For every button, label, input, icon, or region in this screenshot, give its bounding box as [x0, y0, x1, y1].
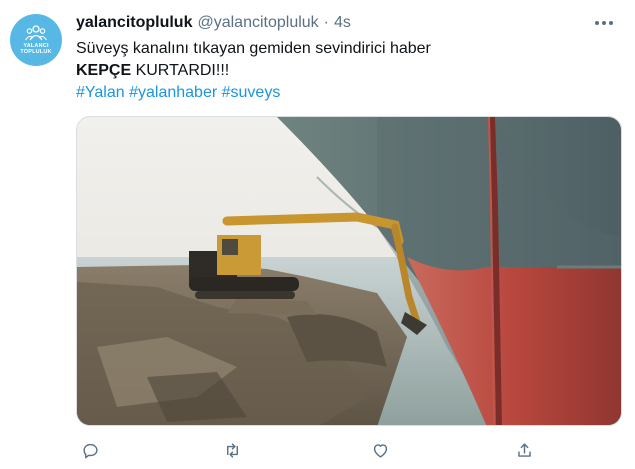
- photo-excavator-ship: [77, 117, 621, 425]
- hashtag-link[interactable]: #Yalan: [76, 84, 125, 101]
- timestamp[interactable]: 4s: [334, 14, 351, 32]
- display-name[interactable]: yalancitopluluk: [76, 14, 192, 32]
- like-button[interactable]: [366, 436, 394, 464]
- heart-icon: [373, 443, 387, 458]
- tweet-photo[interactable]: [76, 116, 622, 426]
- reply-icon: [82, 443, 98, 458]
- tweet-line-1: Süveyş kanalını tıkayan gemiden sevindir…: [76, 40, 431, 57]
- handle[interactable]: @yalancitopluluk: [197, 14, 318, 32]
- avatar-brand-line2: TOPLULUK: [20, 49, 52, 55]
- tweet-bold-word: KEPÇE: [76, 62, 132, 79]
- separator-dot: ·: [323, 14, 329, 31]
- tweet-header: yalancitopluluk @yalancitopluluk · 4s: [76, 12, 615, 34]
- share-icon: [517, 442, 531, 457]
- avatar[interactable]: YALANCI TOPLULUK: [10, 14, 62, 66]
- more-options-icon[interactable]: [593, 12, 615, 34]
- tweet-text: Süveyş kanalını tıkayan gemiden sevindir…: [76, 38, 616, 104]
- retweet-icon: [226, 442, 238, 458]
- people-icon: [25, 25, 47, 41]
- hashtag-link[interactable]: #yalanhaber: [129, 84, 217, 101]
- reply-button[interactable]: [76, 436, 104, 464]
- tweet-line-2: KEPÇE KURTARDI!!!: [76, 60, 616, 82]
- hashtag-link[interactable]: #suveys: [222, 84, 281, 101]
- retweet-button[interactable]: [218, 436, 246, 464]
- tweet-line-2-rest: KURTARDI!!!: [131, 62, 230, 79]
- share-button[interactable]: [510, 436, 538, 464]
- action-bar: [76, 436, 622, 464]
- hashtag-row: #Yalan #yalanhaber #suveys: [76, 82, 616, 104]
